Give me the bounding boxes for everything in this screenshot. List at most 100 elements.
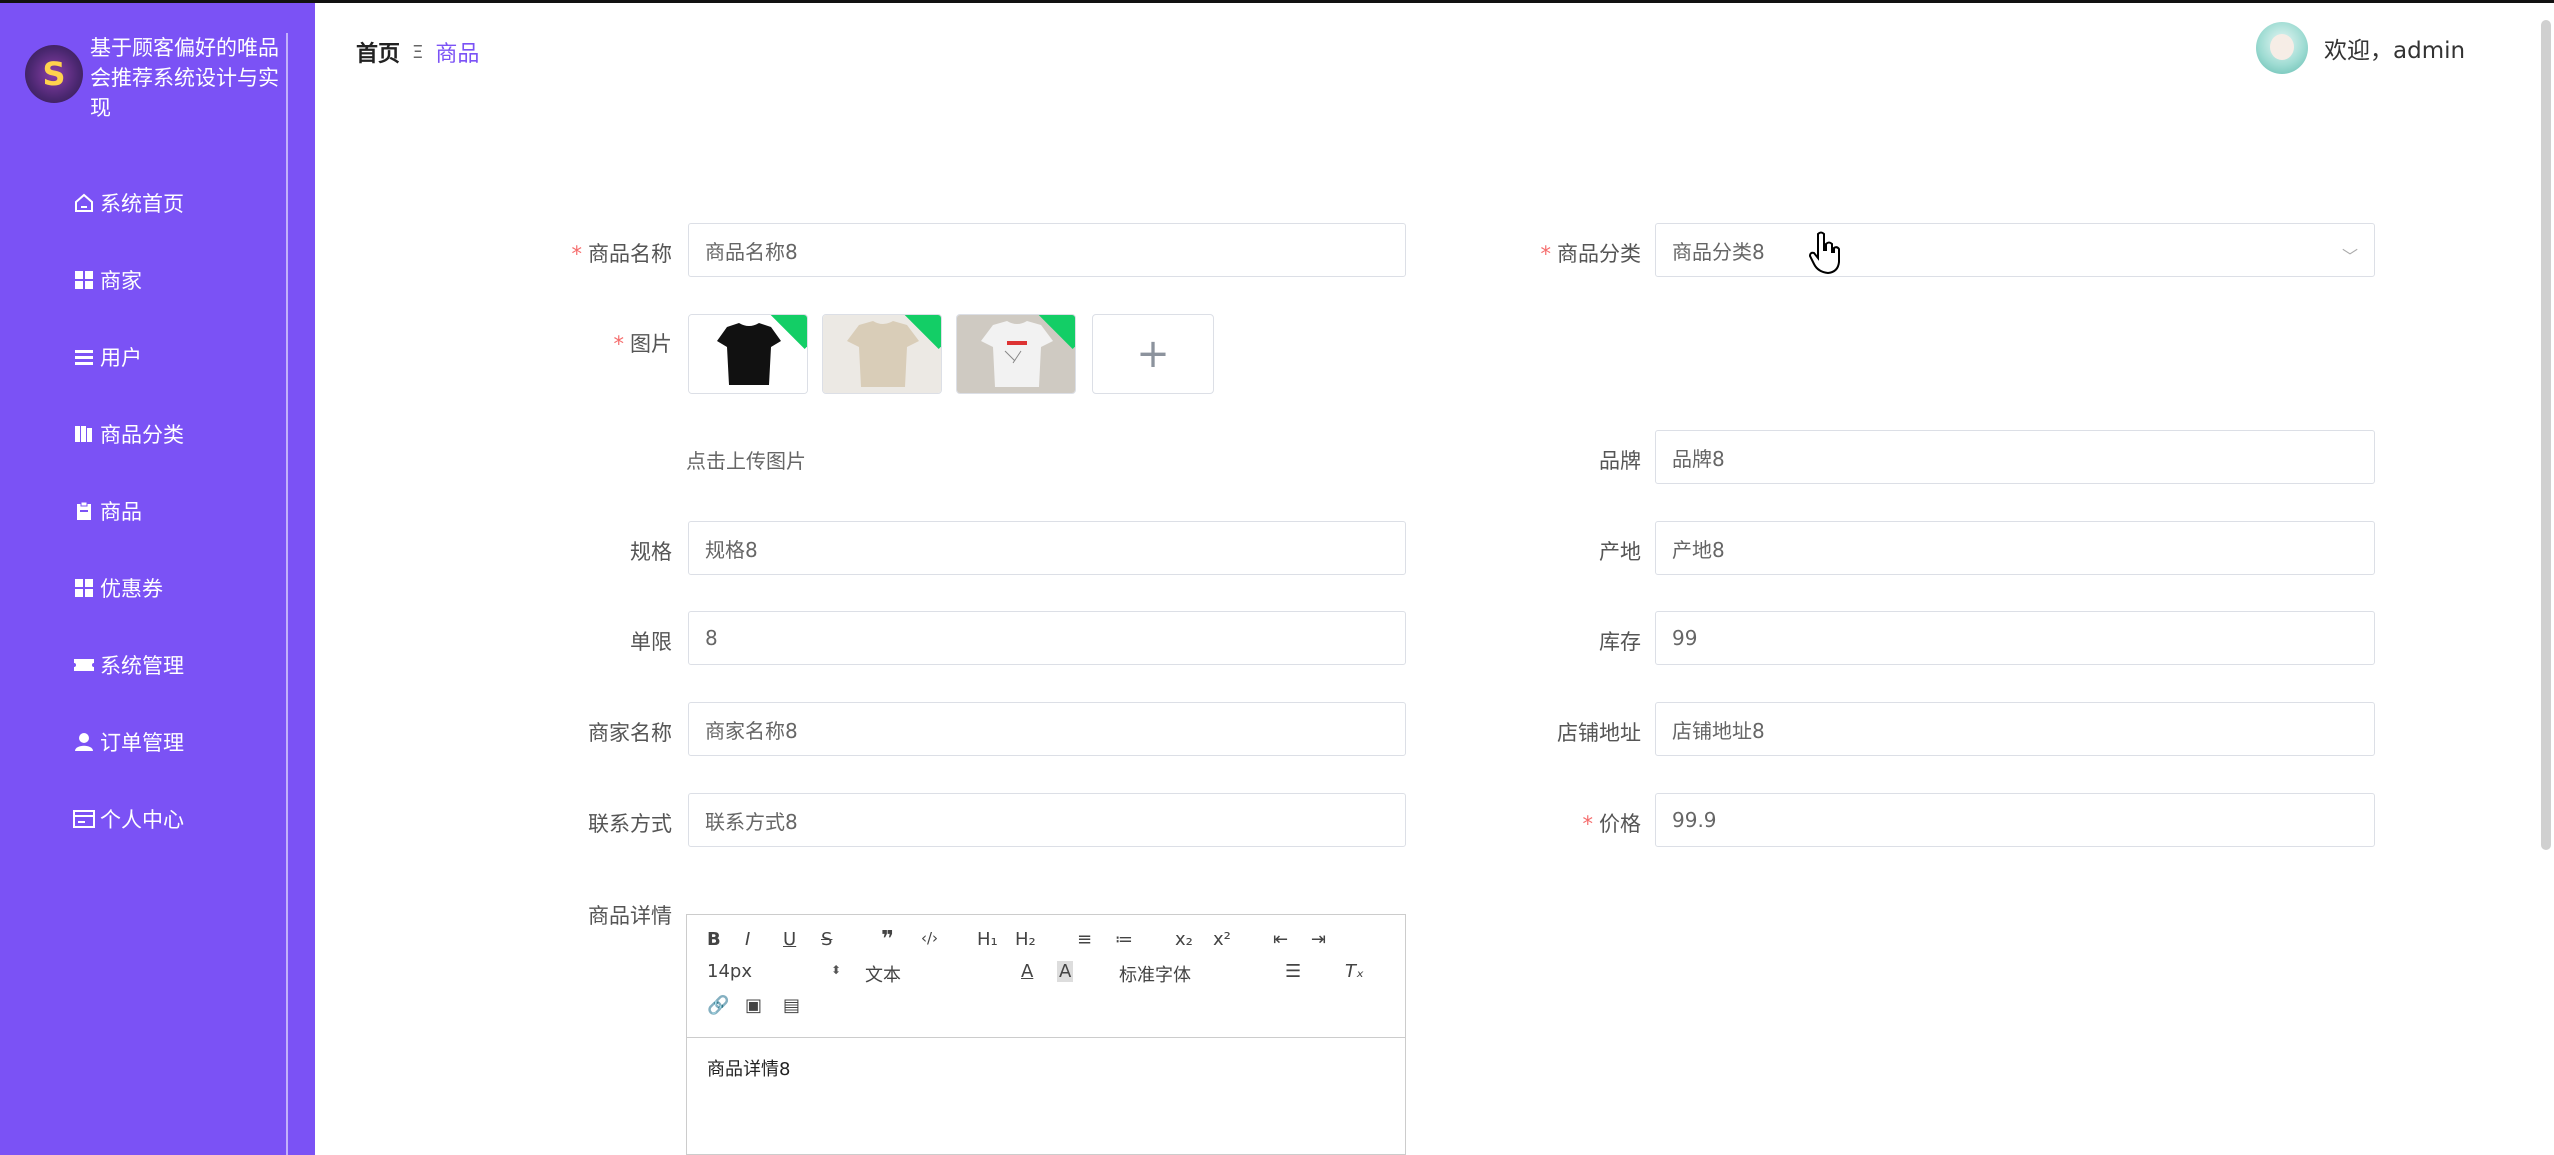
image-label: * 图片 xyxy=(613,332,673,356)
link-icon[interactable]: 🔗 xyxy=(707,995,729,1016)
spec-label: 规格 xyxy=(630,540,672,564)
book-icon xyxy=(72,422,96,446)
card-icon xyxy=(72,807,96,831)
subscript-button[interactable]: x₂ xyxy=(1175,929,1193,950)
image-icon[interactable]: ▣ xyxy=(745,995,762,1016)
list-icon xyxy=(72,345,96,369)
strike-button[interactable]: S xyxy=(821,929,832,950)
grid-icon xyxy=(72,268,96,292)
origin-label: 产地 xyxy=(1599,540,1641,564)
ordered-list-button[interactable]: ≡ xyxy=(1077,929,1092,950)
ticket-icon xyxy=(72,653,96,677)
hand-cursor-icon xyxy=(1808,231,1840,275)
background-color-button[interactable]: A xyxy=(1057,961,1074,982)
sidebar-item-profile[interactable]: 个人中心 xyxy=(72,799,184,839)
sidebar-item-label: 个人中心 xyxy=(100,808,184,832)
header-select[interactable]: 文本 xyxy=(865,961,975,986)
sidebar-item-orders[interactable]: 订单管理 xyxy=(72,722,184,762)
brand-input[interactable] xyxy=(1655,430,2375,484)
app-title: 基于顾客偏好的唯品会推荐系统设计与实现 xyxy=(90,36,279,120)
sidebar-item-home[interactable]: 系统首页 xyxy=(72,183,184,223)
origin-input[interactable] xyxy=(1655,521,2375,575)
merchant-input[interactable] xyxy=(688,702,1406,756)
editor-toolbar: B I U S ❞ ‹/› H₁ H₂ ≡ ≔ x₂ x² ⇤ ⇥ 14px ⬍ … xyxy=(687,915,1405,1038)
sidebar-item-label: 商品分类 xyxy=(100,423,184,447)
category-label: * 商品分类 xyxy=(1540,242,1642,266)
name-label: * 商品名称 xyxy=(571,242,673,266)
contact-label: 联系方式 xyxy=(588,812,672,836)
editor-content[interactable]: 商品详情8 xyxy=(707,1055,790,1081)
logo-icon: S xyxy=(25,45,83,103)
font-size-select[interactable]: 14px ⬍ xyxy=(707,961,841,985)
breadcrumb-home[interactable]: 首页 xyxy=(356,36,400,68)
sidebar: S 基于顾客偏好的唯品会推荐系统设计与实现 系统首页 商家 用户 商品分类 商品… xyxy=(0,3,315,1155)
h1-button[interactable]: H₁ xyxy=(977,929,998,950)
clipboard-icon xyxy=(72,499,96,523)
sidebar-item-category[interactable]: 商品分类 xyxy=(72,414,184,454)
sidebar-item-label: 订单管理 xyxy=(100,731,184,755)
clear-format-button[interactable]: Tₓ xyxy=(1345,961,1364,982)
limit-input[interactable] xyxy=(688,611,1406,665)
sidebar-item-label: 优惠券 xyxy=(100,577,163,601)
home-icon xyxy=(72,191,96,215)
breadcrumb: 首页 Ξ 商品 xyxy=(356,36,479,68)
superscript-button[interactable]: x² xyxy=(1213,929,1231,950)
user-icon xyxy=(72,730,96,754)
code-block-button[interactable]: ‹/› xyxy=(921,929,938,947)
sidebar-item-coupon[interactable]: 优惠券 xyxy=(72,568,163,608)
grid-icon xyxy=(72,576,96,600)
address-label: 店铺地址 xyxy=(1557,721,1641,745)
breadcrumb-separator: Ξ xyxy=(412,41,424,63)
sidebar-divider xyxy=(286,33,288,1155)
indent-button[interactable]: ⇥ xyxy=(1311,929,1326,950)
limit-label: 单限 xyxy=(630,630,672,654)
image-thumbnail[interactable] xyxy=(822,314,942,394)
h2-button[interactable]: H₂ xyxy=(1015,929,1036,950)
price-input[interactable] xyxy=(1655,793,2375,847)
select-arrow-icon: ⬍ xyxy=(831,963,842,977)
plus-icon: + xyxy=(1136,331,1170,377)
welcome-text: 欢迎，admin xyxy=(2324,38,2466,64)
window-top-border xyxy=(0,0,2554,3)
detail-label: 商品详情 xyxy=(588,904,672,928)
sidebar-item-label: 用户 xyxy=(100,346,142,370)
merchant-label: 商家名称 xyxy=(588,721,672,745)
sidebar-item-label: 商家 xyxy=(100,269,142,293)
bold-button[interactable]: B xyxy=(707,929,721,950)
spec-input[interactable] xyxy=(688,521,1406,575)
font-family-select[interactable]: 标准字体 xyxy=(1119,961,1259,986)
sidebar-item-label: 系统管理 xyxy=(100,654,184,678)
upload-button[interactable]: + xyxy=(1092,314,1214,394)
sidebar-item-merchant[interactable]: 商家 xyxy=(72,260,142,300)
blockquote-button[interactable]: ❞ xyxy=(881,927,894,952)
sidebar-item-goods[interactable]: 商品 xyxy=(72,491,142,531)
sidebar-item-system[interactable]: 系统管理 xyxy=(72,645,184,685)
stock-label: 库存 xyxy=(1599,630,1641,654)
rich-text-editor[interactable]: B I U S ❞ ‹/› H₁ H₂ ≡ ≔ x₂ x² ⇤ ⇥ 14px ⬍ … xyxy=(686,914,1406,1155)
upload-hint: 点击上传图片 xyxy=(686,449,806,473)
user-menu[interactable]: 欢迎，admin xyxy=(2256,22,2465,74)
chevron-down-icon: ﹀ xyxy=(2342,247,2359,266)
underline-button[interactable]: U xyxy=(783,929,796,950)
sidebar-item-users[interactable]: 用户 xyxy=(72,337,142,377)
name-input[interactable] xyxy=(688,223,1406,277)
image-thumbnail[interactable] xyxy=(956,314,1076,394)
brand-label: 品牌 xyxy=(1599,449,1641,473)
address-input[interactable] xyxy=(1655,702,2375,756)
stock-input[interactable] xyxy=(1655,611,2375,665)
category-select[interactable] xyxy=(1655,223,2375,277)
font-color-button[interactable]: A xyxy=(1021,961,1033,982)
price-label: * 价格 xyxy=(1582,812,1642,836)
breadcrumb-current: 商品 xyxy=(435,42,480,67)
sidebar-item-label: 商品 xyxy=(100,500,142,524)
image-thumbnail[interactable] xyxy=(688,314,808,394)
contact-input[interactable] xyxy=(688,793,1406,847)
bullet-list-button[interactable]: ≔ xyxy=(1115,929,1133,950)
sidebar-item-label: 系统首页 xyxy=(100,192,184,216)
video-icon[interactable]: ▤ xyxy=(783,995,800,1016)
outdent-button[interactable]: ⇤ xyxy=(1273,929,1288,950)
align-button[interactable]: ☰ xyxy=(1285,961,1301,982)
page-scrollbar[interactable] xyxy=(2541,20,2551,850)
italic-button[interactable]: I xyxy=(745,929,750,950)
avatar[interactable] xyxy=(2256,22,2308,74)
